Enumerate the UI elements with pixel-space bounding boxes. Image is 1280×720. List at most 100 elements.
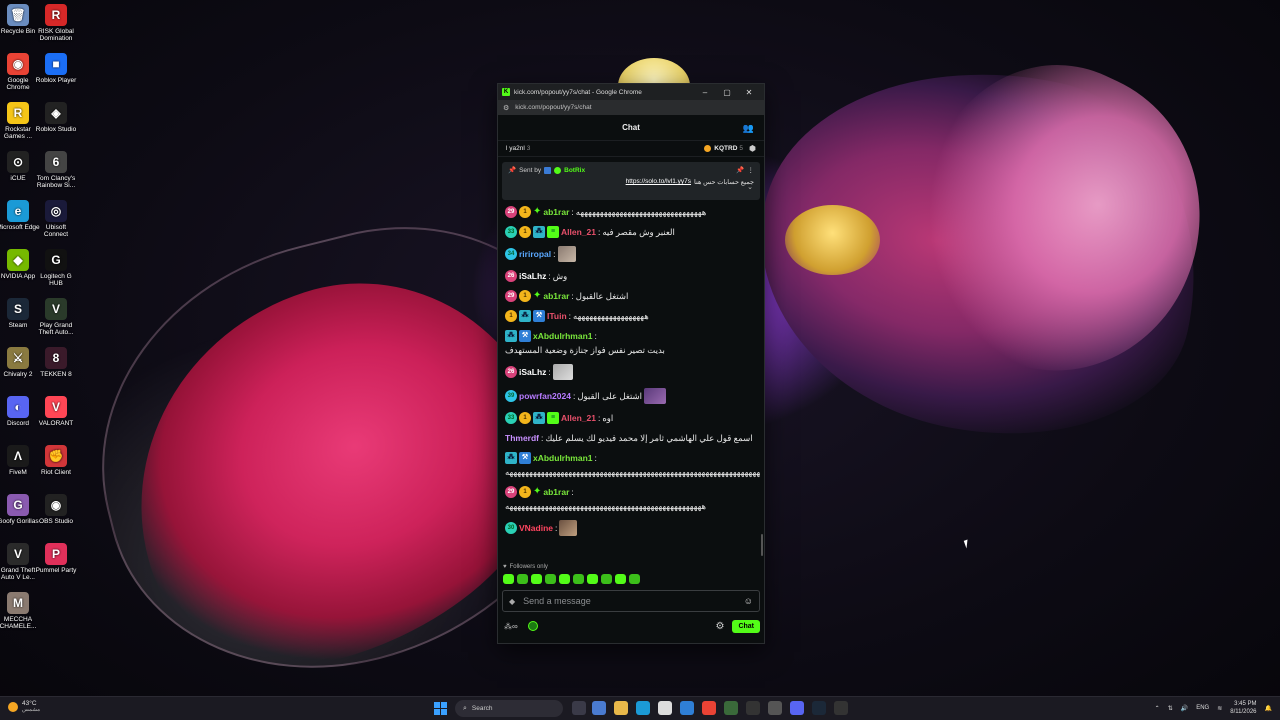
star-badge-icon[interactable]: ✦: [533, 206, 541, 218]
chat-username[interactable]: Allen_21: [561, 412, 596, 424]
wifi-icon[interactable]: ≋: [1217, 705, 1222, 712]
emote-button[interactable]: [629, 574, 640, 584]
chat-username[interactable]: VNadine: [519, 522, 553, 534]
desktop-icon[interactable]: ◉ OBS Studio: [34, 494, 78, 525]
edge-icon[interactable]: [636, 701, 650, 715]
emote-button[interactable]: [587, 574, 598, 584]
desktop-icon[interactable]: ◈ Roblox Studio: [34, 102, 78, 133]
chat-username[interactable]: powrfan2024: [519, 390, 571, 402]
notifications-icon[interactable]: 🔔: [1265, 705, 1272, 712]
weather-widget[interactable]: 43°C مشمس: [8, 700, 40, 714]
volume-icon[interactable]: 🔊: [1181, 705, 1188, 712]
moderator-badge-icon[interactable]: ⚒: [533, 310, 545, 322]
emote-button[interactable]: [615, 574, 626, 584]
moderator-badge-icon[interactable]: ⚒: [519, 330, 531, 342]
pinned-link[interactable]: https://solo.to/lvl1.yy7s: [626, 178, 691, 186]
logitech-icon[interactable]: [746, 701, 760, 715]
emote-button[interactable]: [545, 574, 556, 584]
obs-icon[interactable]: [834, 701, 848, 715]
star-badge-icon[interactable]: ✦: [533, 486, 541, 498]
address-bar[interactable]: ⚙ kick.com/popout/yy7s/chat: [498, 100, 764, 115]
taskbar-search[interactable]: ⌕ Search: [455, 700, 563, 717]
chat-username[interactable]: ab1rar: [543, 486, 569, 498]
subscriber-badge-icon[interactable]: 33: [505, 412, 517, 424]
desktop-icon[interactable]: G Logitech G HUB: [34, 249, 78, 287]
emote-image[interactable]: [557, 246, 576, 262]
chat-username[interactable]: xAbdulrhman1: [533, 452, 593, 464]
subscriber-badge-icon[interactable]: 34: [505, 248, 517, 260]
copilot-icon[interactable]: [592, 701, 606, 715]
desktop-icon[interactable]: P Pummel Party: [34, 543, 78, 574]
gifter-badge-icon[interactable]: 1: [519, 290, 531, 302]
chat-username[interactable]: ITuin: [547, 310, 567, 322]
task-view-icon[interactable]: [572, 701, 586, 715]
emote-image[interactable]: [644, 388, 667, 404]
chat-username[interactable]: iSaLhz: [519, 366, 546, 378]
chat-username[interactable]: ab1rar: [543, 206, 569, 218]
og-badge-icon[interactable]: ⁂: [533, 412, 545, 424]
desktop-icon[interactable]: ■ Roblox Player: [34, 53, 78, 84]
emote-image[interactable]: [552, 364, 573, 380]
og-badge-icon[interactable]: ⁂: [505, 330, 517, 342]
kick-points-icon[interactable]: [527, 621, 538, 631]
gifter-name[interactable]: l ya2nl: [506, 145, 525, 152]
maximize-button[interactable]: ▢: [716, 88, 738, 97]
clock[interactable]: 3:45 PM 8/11/2026: [1230, 700, 1256, 716]
chrome-icon[interactable]: [702, 701, 716, 715]
points-icon[interactable]: ⁂∞: [504, 622, 518, 631]
unpin-icon[interactable]: 📌: [736, 166, 744, 174]
mail-icon[interactable]: [680, 701, 694, 715]
subscriber-badge-icon[interactable]: 39: [505, 390, 517, 402]
og-badge-icon[interactable]: ⁂: [519, 310, 531, 322]
scrollbar[interactable]: [761, 534, 763, 556]
settings-app-icon[interactable]: [768, 701, 782, 715]
chat-username[interactable]: Thmerdf: [505, 432, 539, 444]
emoji-icon[interactable]: ☺: [744, 596, 753, 606]
gifter-badge-icon[interactable]: 1: [519, 206, 531, 218]
og-badge-icon[interactable]: ⁂: [505, 452, 517, 464]
site-settings-icon[interactable]: ⚙: [503, 104, 509, 112]
star-badge-icon[interactable]: ✦: [533, 290, 541, 302]
subscriber-badge-icon[interactable]: 29: [505, 290, 517, 302]
vip-badge-icon[interactable]: ≡: [547, 412, 559, 424]
vip-badge-icon[interactable]: ≡: [547, 226, 559, 238]
subscriber-badge-icon[interactable]: 30: [505, 522, 517, 534]
send-chat-button[interactable]: Chat: [732, 619, 760, 633]
desktop-icon[interactable]: V Play Grand Theft Auto...: [34, 298, 78, 336]
desktop-icon[interactable]: M MECCHA CHAMELE...: [0, 592, 40, 630]
subscriber-badge-icon[interactable]: 26: [505, 366, 517, 378]
close-button[interactable]: ✕: [738, 88, 760, 97]
emote-button[interactable]: [517, 574, 528, 584]
desktop-icon[interactable]: V VALORANT: [34, 396, 78, 427]
emote-button[interactable]: [573, 574, 584, 584]
xbox-icon[interactable]: [724, 701, 738, 715]
bot-username[interactable]: BotRix: [564, 167, 585, 174]
gifter-badge-icon[interactable]: 1: [519, 226, 531, 238]
emote-button[interactable]: [503, 574, 514, 584]
chat-username[interactable]: ririropal: [519, 248, 551, 260]
hexagon-icon[interactable]: ⬢: [749, 144, 756, 153]
settings-icon[interactable]: ⚙: [715, 621, 724, 632]
gifter-name[interactable]: KQTRD: [714, 145, 737, 152]
desktop-icon[interactable]: 8 TEKKEN 8: [34, 347, 78, 378]
desktop-icon[interactable]: ✊ Riot Client: [34, 445, 78, 476]
desktop-icon[interactable]: R RISK Global Domination: [34, 4, 78, 42]
chat-username[interactable]: iSaLhz: [519, 270, 546, 282]
message-input[interactable]: ◆ Send a message ☺: [502, 590, 760, 612]
subscriber-badge-icon[interactable]: 26: [505, 270, 517, 282]
file-explorer-icon[interactable]: [614, 701, 628, 715]
desktop-icon[interactable]: ◎ Ubisoft Connect: [34, 200, 78, 238]
chat-username[interactable]: xAbdulrhman1: [533, 330, 593, 342]
gifter-badge-icon[interactable]: 1: [519, 486, 531, 498]
moderator-badge-icon[interactable]: ⚒: [519, 452, 531, 464]
minimize-button[interactable]: –: [694, 88, 716, 97]
more-options-icon[interactable]: ⋮: [748, 166, 755, 174]
chat-username[interactable]: ab1rar: [543, 290, 569, 302]
subscriber-badge-icon[interactable]: 29: [505, 486, 517, 498]
steam-icon[interactable]: [812, 701, 826, 715]
og-badge-icon[interactable]: ⁂: [533, 226, 545, 238]
chevron-down-icon[interactable]: ⌄: [747, 183, 753, 191]
chevron-up-icon[interactable]: ⌃: [1155, 705, 1160, 712]
emote-button[interactable]: [559, 574, 570, 584]
user-list-icon[interactable]: 👥: [743, 123, 754, 134]
